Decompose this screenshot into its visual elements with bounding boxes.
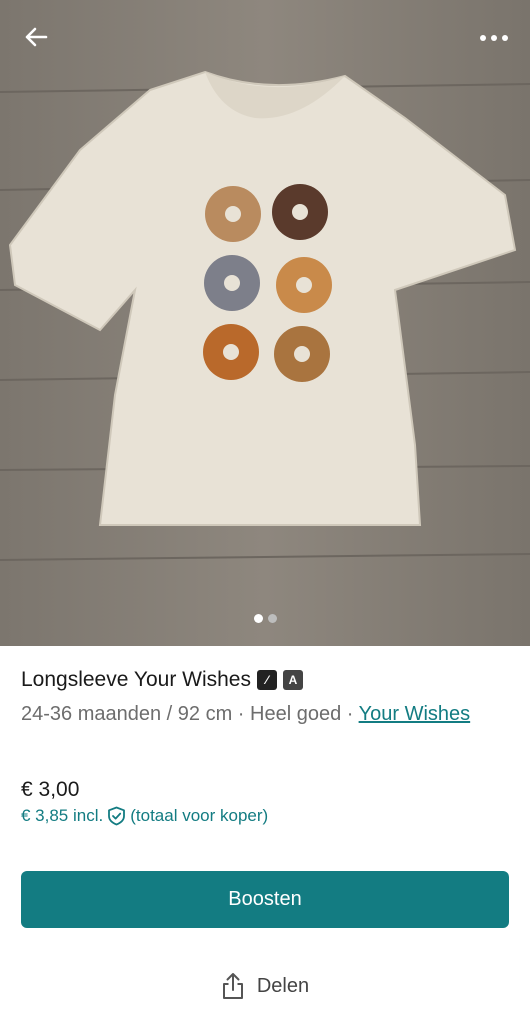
product-photo	[0, 0, 530, 646]
gallery-dot[interactable]	[267, 614, 277, 623]
brand-link[interactable]: Your Wishes	[359, 703, 471, 725]
more-options-button[interactable]	[472, 20, 516, 56]
product-image-gallery[interactable]	[0, 0, 530, 646]
price-incl-row[interactable]: € 3,85 incl. (totaal voor koper)	[21, 806, 268, 826]
gallery-pagination	[0, 614, 530, 623]
price-incl: € 3,85 incl.	[21, 806, 104, 825]
more-horizontal-icon	[480, 35, 508, 41]
buyer-total-note: (totaal voor koper)	[130, 806, 269, 825]
share-label: Delen	[256, 974, 310, 997]
product-price: € 3,00	[21, 778, 80, 801]
product-title: Longsleeve Your Wishes	[21, 668, 251, 691]
text-size-icon: A	[283, 670, 303, 690]
translate-icon: ⁄	[257, 670, 277, 690]
product-info: Longsleeve Your Wishes ⁄ A 24-36 maanden…	[21, 668, 511, 729]
arrow-left-icon	[25, 27, 48, 47]
share-icon	[222, 973, 243, 999]
boost-button[interactable]: Boosten	[21, 871, 509, 928]
gallery-dot-active[interactable]	[253, 614, 263, 623]
product-meta: 24-36 maanden / 92 cm · Heel goed · Your…	[21, 700, 511, 729]
share-button[interactable]: Delen	[0, 972, 530, 1000]
shield-check-icon	[108, 806, 126, 826]
back-button[interactable]	[16, 18, 56, 56]
product-size-condition: 24-36 maanden / 92 cm · Heel goed ·	[21, 703, 359, 725]
